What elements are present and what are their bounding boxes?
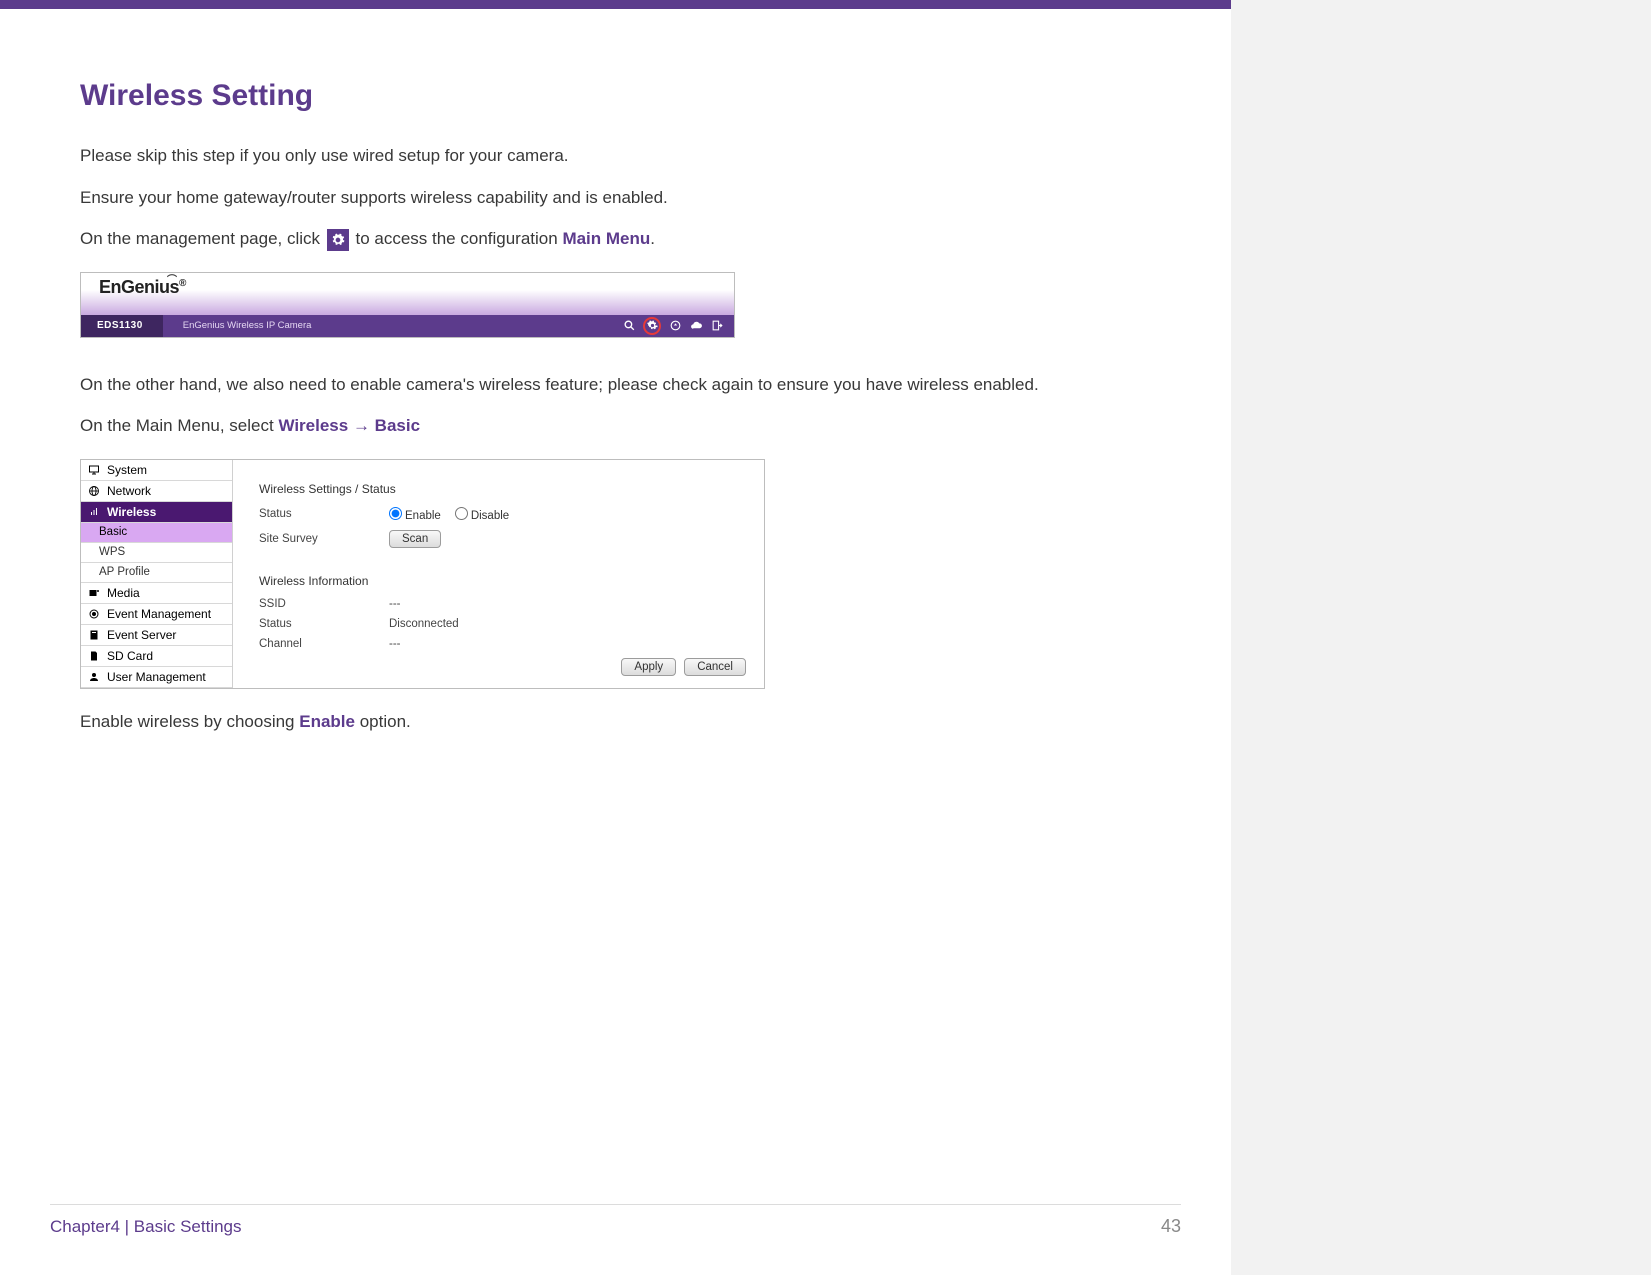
registered-mark: ® xyxy=(179,278,186,289)
section-title-settings: Wireless Settings / Status xyxy=(259,482,746,496)
enable-label: Enable xyxy=(299,712,355,731)
sidebar-sub-wps[interactable]: WPS xyxy=(81,543,232,563)
label-channel: Channel xyxy=(259,638,389,650)
paragraph-nav-path: On the Main Menu, select Wireless → Basi… xyxy=(80,413,1171,439)
wifi-icon xyxy=(87,505,101,519)
screenshot-wireless-panel: System Network Wireless Basic WPS AP Pro… xyxy=(80,459,765,689)
paragraph-enable-wireless: On the other hand, we also need to enabl… xyxy=(80,372,1171,398)
row-channel: Channel --- xyxy=(259,638,746,650)
text-fragment: to access the configuration xyxy=(351,229,563,248)
monitor-icon xyxy=(87,463,101,477)
cloud-icon[interactable] xyxy=(689,319,703,333)
sidebar-item-media[interactable]: Media xyxy=(81,583,232,604)
arrow-right-icon: → xyxy=(348,416,374,435)
nav-wireless: Wireless xyxy=(278,416,348,435)
row-conn-status: Status Disconnected xyxy=(259,618,746,630)
radio-enable[interactable]: Enable xyxy=(389,506,441,522)
globe-icon xyxy=(87,484,101,498)
paragraph-click-gear: On the management page, click to access … xyxy=(80,226,1171,252)
section-title-info: Wireless Information xyxy=(259,574,746,588)
value-conn-status: Disconnected xyxy=(389,618,459,630)
page-heading: Wireless Setting xyxy=(80,79,1171,113)
sd-card-icon xyxy=(87,649,101,663)
page-footer: Chapter4 | Basic Settings 43 xyxy=(50,1216,1181,1237)
page-right-gutter xyxy=(1231,0,1651,1275)
sidebar-item-event-management[interactable]: Event Management xyxy=(81,604,232,625)
label-ssid: SSID xyxy=(259,598,389,610)
model-chip: EDS1130 xyxy=(81,315,163,337)
sidebar-label: Basic xyxy=(99,526,127,538)
document-page: Wireless Setting Please skip this step i… xyxy=(0,9,1231,1275)
status-radio-group: Enable Disable xyxy=(389,506,519,522)
text-fragment: On the Main Menu, select xyxy=(80,416,278,435)
sidebar-item-wireless[interactable]: Wireless xyxy=(81,502,232,523)
sidebar-item-sd-card[interactable]: SD Card xyxy=(81,646,232,667)
radio-disable[interactable]: Disable xyxy=(455,506,509,522)
nav-basic: Basic xyxy=(375,416,420,435)
sidebar-label: Network xyxy=(107,484,151,498)
text-fragment: On the management page, click xyxy=(80,229,325,248)
footer-divider xyxy=(50,1204,1181,1205)
toolbar-icons xyxy=(622,317,734,335)
refresh-icon[interactable] xyxy=(668,319,682,333)
value-channel: --- xyxy=(389,638,401,650)
gear-icon[interactable] xyxy=(643,317,661,335)
text-fragment: Enable wireless by choosing xyxy=(80,712,299,731)
footer-chapter: Chapter4 | Basic Settings xyxy=(50,1217,242,1237)
radio-enable-input[interactable] xyxy=(389,507,402,520)
device-status-bar: EDS1130 EnGenius Wireless IP Camera xyxy=(81,315,734,337)
sidebar-label: AP Profile xyxy=(99,566,150,578)
device-description: EnGenius Wireless IP Camera xyxy=(163,320,622,331)
cancel-button[interactable]: Cancel xyxy=(684,658,746,676)
label-status: Status xyxy=(259,508,389,520)
gear-icon xyxy=(327,229,349,251)
row-ssid: SSID --- xyxy=(259,598,746,610)
settings-sidebar: System Network Wireless Basic WPS AP Pro… xyxy=(81,460,233,688)
wifi-wave-icon: ⌒ xyxy=(167,271,177,286)
user-icon xyxy=(87,670,101,684)
server-icon xyxy=(87,628,101,642)
text-fragment: option. xyxy=(355,712,411,731)
sidebar-item-network[interactable]: Network xyxy=(81,481,232,502)
magnifier-icon[interactable] xyxy=(622,319,636,333)
sidebar-sub-ap-profile[interactable]: AP Profile xyxy=(81,563,232,583)
bell-icon xyxy=(87,607,101,621)
sidebar-sub-basic[interactable]: Basic xyxy=(81,523,232,543)
text-fragment: . xyxy=(650,229,655,248)
screenshot-header-bar: EnGenius® ⌒ EDS1130 EnGenius Wireless IP… xyxy=(80,272,735,338)
sidebar-label: WPS xyxy=(99,546,125,558)
sidebar-label: System xyxy=(107,463,147,477)
wireless-settings-pane: Wireless Settings / Status Status Enable… xyxy=(233,460,764,688)
brand-logo-text: EnGenius® ⌒ xyxy=(99,277,186,297)
media-icon xyxy=(87,586,101,600)
value-ssid: --- xyxy=(389,598,401,610)
brand-header: EnGenius® ⌒ xyxy=(81,273,734,315)
scan-button[interactable]: Scan xyxy=(389,530,441,548)
label-conn-status: Status xyxy=(259,618,389,630)
paragraph-skip-wired: Please skip this step if you only use wi… xyxy=(80,143,1171,169)
sidebar-label: Wireless xyxy=(107,505,156,519)
label-site-survey: Site Survey xyxy=(259,533,389,545)
radio-label: Disable xyxy=(471,510,509,522)
row-status: Status Enable Disable xyxy=(259,506,746,522)
action-buttons: Apply Cancel xyxy=(621,658,746,676)
radio-disable-input[interactable] xyxy=(455,507,468,520)
sidebar-label: Media xyxy=(107,586,140,600)
radio-label: Enable xyxy=(405,510,441,522)
main-menu-label: Main Menu xyxy=(562,229,650,248)
row-site-survey: Site Survey Scan xyxy=(259,530,746,548)
apply-button[interactable]: Apply xyxy=(621,658,676,676)
sidebar-label: SD Card xyxy=(107,649,153,663)
paragraph-choose-enable: Enable wireless by choosing Enable optio… xyxy=(80,709,1171,735)
logout-icon[interactable] xyxy=(710,319,724,333)
sidebar-item-system[interactable]: System xyxy=(81,460,232,481)
sidebar-item-event-server[interactable]: Event Server xyxy=(81,625,232,646)
paragraph-gateway: Ensure your home gateway/router supports… xyxy=(80,185,1171,211)
sidebar-label: User Management xyxy=(107,670,206,684)
sidebar-label: Event Server xyxy=(107,628,176,642)
sidebar-label: Event Management xyxy=(107,607,211,621)
footer-page-number: 43 xyxy=(1161,1216,1181,1237)
sidebar-item-user-management[interactable]: User Management xyxy=(81,667,232,688)
